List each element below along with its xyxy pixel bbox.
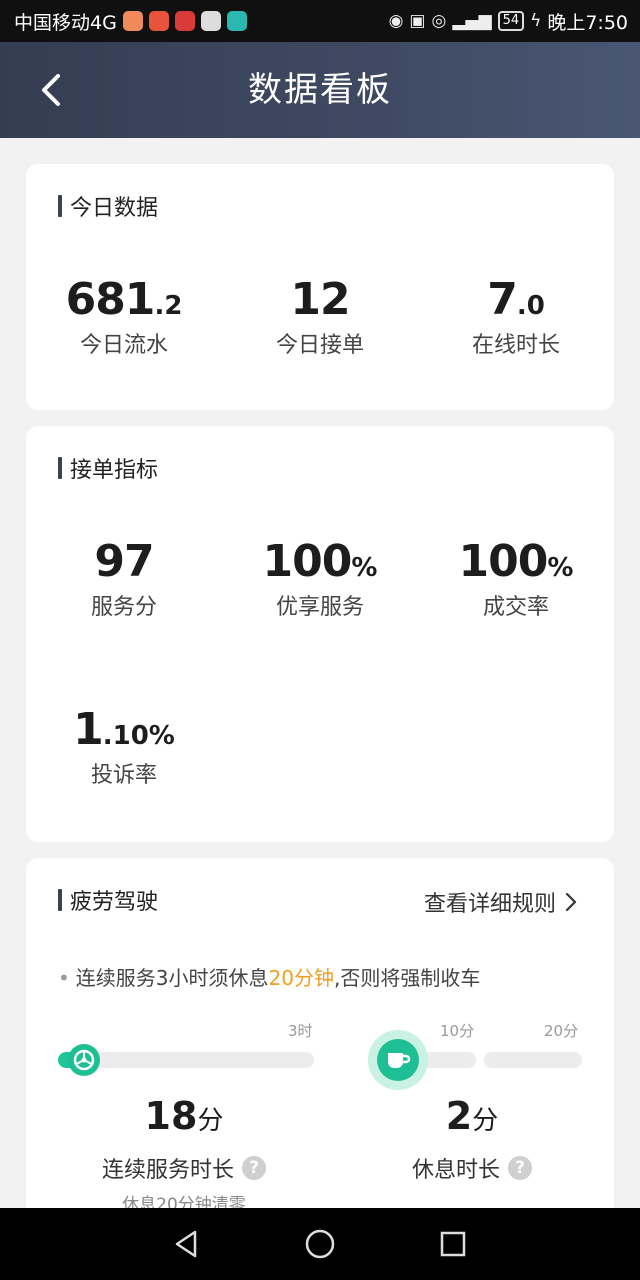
stat-label: 今日流水 (79, 333, 168, 358)
stat-label: 在线时长 (471, 333, 560, 358)
title-accent-bar (58, 195, 62, 217)
circle-home-icon (305, 1229, 335, 1259)
rest-label-text: 休息时长 (411, 1158, 500, 1183)
stat-deal-rate[interactable]: 100% 成交率 (418, 536, 614, 621)
news-app-icon (174, 11, 195, 31)
card-title: 接单指标 (58, 452, 158, 484)
stat-service-score[interactable]: 97 服务分 (26, 536, 222, 621)
nav-back-button[interactable] (157, 1214, 217, 1274)
signal-icon: ▂▄▆ (452, 11, 492, 31)
triangle-back-icon (175, 1230, 196, 1258)
video-app-icon (148, 11, 169, 31)
stat-online-hours[interactable]: 7.0 在线时长 (418, 274, 614, 359)
charging-icon: ϟ (530, 11, 542, 31)
location-icon: ◉ (388, 11, 404, 31)
drive-duration-value: 18分 (144, 1094, 224, 1138)
view-rules-link[interactable]: 查看详细规则 (424, 886, 578, 918)
nav-recents-button[interactable] (423, 1214, 483, 1274)
drive-duration-label: 连续服务时长 ? (54, 1152, 314, 1184)
order-metrics-card: 接单指标 97 服务分 100% 优享服务 100% 成交率 1.10% 投诉率 (26, 426, 614, 842)
rest-knob-halo (368, 1030, 428, 1090)
carrier-label: 中国移动4G (14, 11, 117, 34)
title-accent-bar (58, 457, 62, 479)
stat-value: 7.0 (487, 274, 545, 325)
eye-icon: ◎ (431, 11, 447, 31)
page-title: 数据看板 (248, 70, 392, 110)
settings-app-icon (200, 11, 221, 31)
status-bar: 中国移动4G ◉ ▣ ◎ ▂▄▆ 54 ϟ 晚上7:50 (0, 0, 640, 42)
stat-premium-service[interactable]: 100% 优享服务 (222, 536, 418, 621)
hd-icon: ▣ (409, 11, 426, 31)
wheel-icon (68, 1044, 100, 1076)
fatigue-notice: • 连续服务3小时须休息20分钟,否则将强制收车 (58, 962, 480, 991)
fatigue-title: 疲劳驾驶 (70, 890, 159, 915)
help-icon[interactable]: ? (508, 1156, 532, 1180)
stat-orders[interactable]: 12 今日接单 (222, 274, 418, 359)
tick-10min: 10分 (440, 1022, 475, 1040)
metrics-title: 接单指标 (70, 458, 159, 483)
map-app-icon (226, 11, 247, 31)
battery-indicator: 54 (497, 11, 525, 31)
clock: 晚上7:50 (547, 11, 628, 34)
stat-value: 12 (290, 274, 350, 325)
stat-label: 投诉率 (90, 763, 157, 788)
stat-value: 100% (458, 536, 574, 587)
stat-label: 服务分 (90, 595, 157, 620)
system-nav-bar (0, 1208, 640, 1280)
tick-20min: 20分 (544, 1022, 579, 1040)
coffee-cup-icon (377, 1039, 419, 1081)
help-icon[interactable]: ? (242, 1156, 266, 1180)
rest-duration-label: 休息时长 ? (342, 1152, 602, 1184)
stat-value: 100% (262, 536, 378, 587)
notice-text-tail: ,否则将强制收车 (333, 966, 481, 990)
rest-duration-value: 2分 (445, 1094, 499, 1138)
stat-label: 成交率 (482, 595, 549, 620)
tick-3h: 3时 (288, 1022, 313, 1040)
stat-revenue[interactable]: 681.2 今日流水 (26, 274, 222, 359)
square-recents-icon (441, 1231, 466, 1257)
rest-progress-track-2 (484, 1052, 582, 1068)
stat-label: 今日接单 (275, 333, 364, 358)
stat-value: 97 (94, 536, 154, 587)
notice-highlight: 20分钟 (268, 966, 334, 990)
stat-value: 1.10% (73, 704, 175, 755)
today-data-card: 今日数据 681.2 今日流水 12 今日接单 7.0 在线时长 (26, 164, 614, 410)
today-title: 今日数据 (70, 196, 159, 221)
notice-text: 连续服务3小时须休息 (75, 966, 269, 990)
notification-app-icon (122, 11, 143, 31)
rules-link-label: 查看详细规则 (423, 892, 556, 917)
page-header: 数据看板 (0, 42, 640, 138)
stat-label: 优享服务 (275, 595, 364, 620)
stat-complaint-rate[interactable]: 1.10% 投诉率 (26, 704, 222, 789)
stat-value: 681.2 (65, 274, 183, 325)
title-accent-bar (58, 889, 62, 911)
card-title: 今日数据 (58, 190, 158, 222)
nav-home-button[interactable] (290, 1214, 350, 1274)
chevron-right-icon (565, 892, 577, 912)
card-title: 疲劳驾驶 (58, 884, 158, 916)
bullet-dot: • (58, 966, 70, 990)
drive-label-text: 连续服务时长 (101, 1158, 234, 1183)
fatigue-driving-card: 疲劳驾驶 查看详细规则 • 连续服务3小时须休息20分钟,否则将强制收车 3时 1… (26, 858, 614, 1218)
